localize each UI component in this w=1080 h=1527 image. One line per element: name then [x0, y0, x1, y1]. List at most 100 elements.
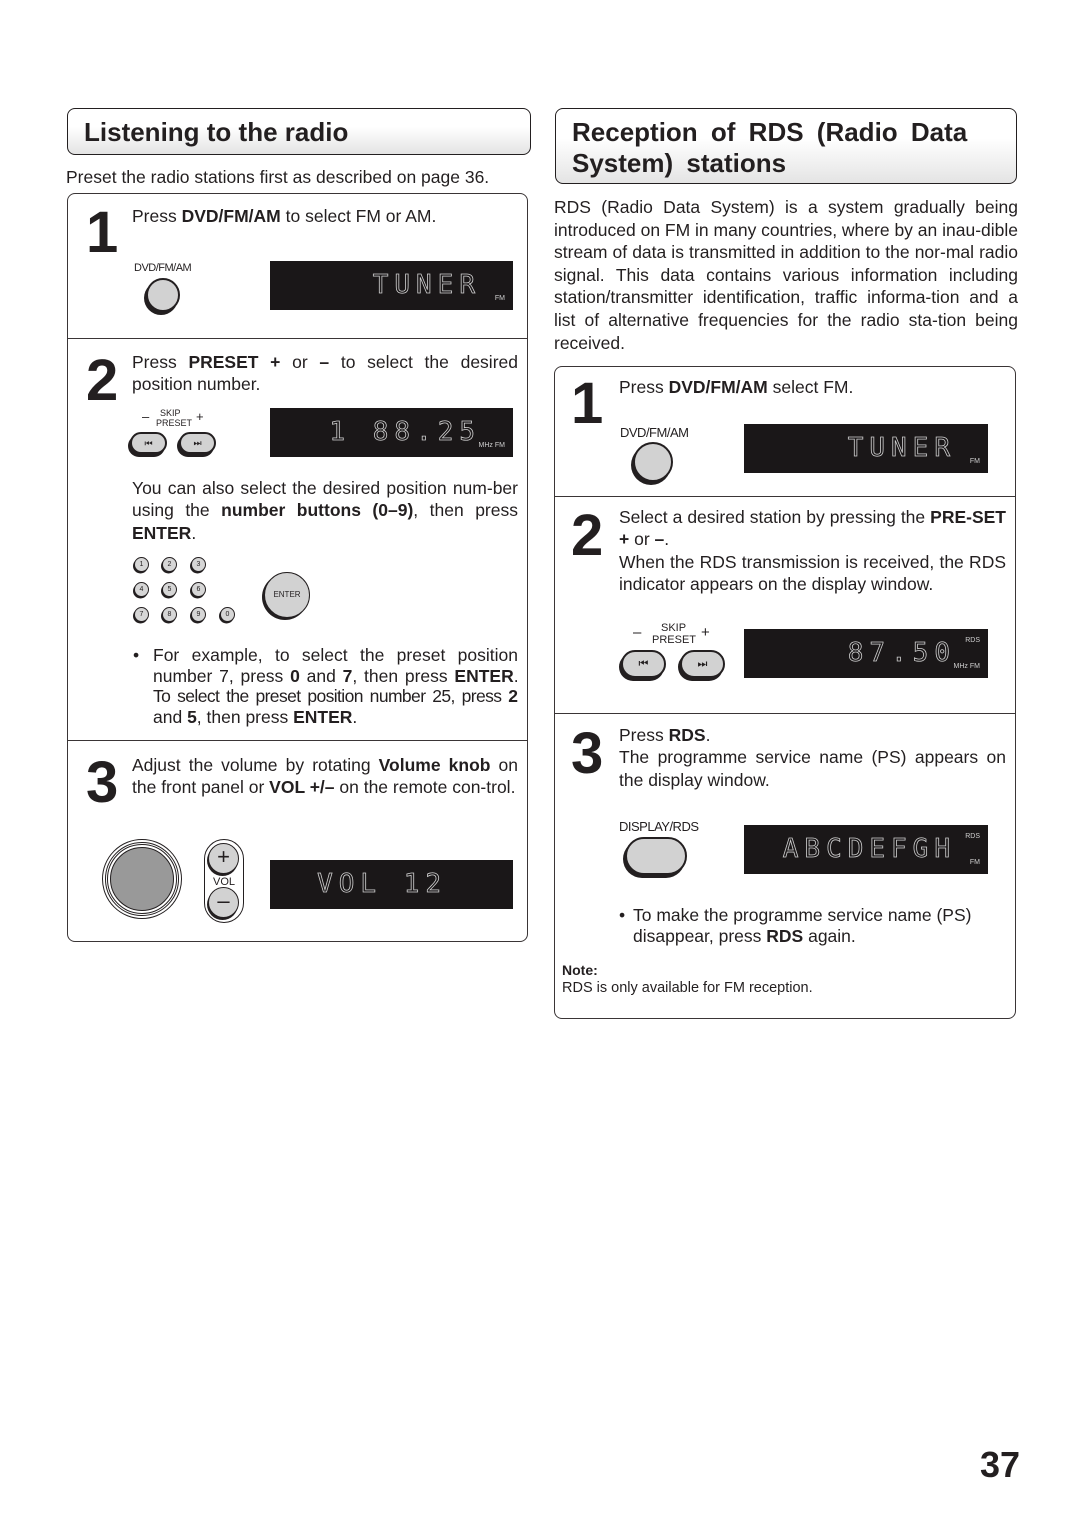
display-indicator: MHz FM: [478, 442, 505, 449]
skip-prev-button[interactable]: ⏮: [130, 432, 167, 454]
text-bold: RDS: [668, 725, 706, 745]
text: Press: [619, 725, 669, 745]
minus-label: –: [142, 409, 150, 424]
dvd-fm-am-button[interactable]: [633, 442, 673, 482]
text: or: [629, 529, 655, 550]
vol-rocker: + VOL –: [204, 839, 244, 923]
lcd-display: 1 88.25 MHz FM: [270, 408, 513, 457]
number-button-4[interactable]: 4: [134, 582, 149, 597]
steps-box-left: 1 Press DVD/FM/AM to select FM or AM. DV…: [67, 193, 528, 942]
section-title-text: Listening to the radio: [84, 117, 349, 147]
skip-prev-icon: ⏮: [144, 437, 153, 448]
number-button-0[interactable]: 0: [220, 607, 235, 622]
display-text: 87.50: [847, 638, 956, 669]
skip-label: SKIP: [160, 408, 181, 418]
display-indicator: MHz FM: [953, 663, 980, 670]
display-text: TUNER: [847, 433, 956, 464]
text: Press: [132, 352, 189, 372]
number-button-6[interactable]: 6: [191, 582, 206, 597]
text: .: [352, 707, 358, 728]
step-3-instruction: Adjust the volume by rotating Volume kno…: [132, 754, 518, 799]
page-number: 37: [980, 1444, 1021, 1485]
preset-label: PRESET: [156, 418, 193, 428]
number-button-7[interactable]: 7: [134, 607, 149, 622]
number-button-9[interactable]: 9: [191, 607, 206, 622]
plus-label: +: [701, 624, 710, 641]
skip-next-icon: ⏭: [193, 437, 202, 448]
step-number: 3: [571, 721, 604, 786]
section-title-text: Reception of RDS (Radio Data System) sta…: [572, 117, 968, 178]
text: Select a desired station by pressing the: [619, 507, 931, 527]
rds-indicator: RDS: [965, 637, 980, 644]
number-button-3[interactable]: 3: [191, 557, 206, 572]
volume-knob[interactable]: [102, 839, 182, 919]
vol-down-button[interactable]: –: [208, 887, 239, 918]
text-bold: 0: [290, 665, 300, 686]
step-1-instruction: Press DVD/FM/AM select FM.: [619, 376, 1004, 398]
display-indicator: FM: [494, 295, 505, 302]
rds-indicator: RDS: [965, 833, 980, 840]
display-rds-button[interactable]: [625, 837, 687, 875]
text: again.: [803, 925, 856, 946]
text-bold: –: [319, 352, 330, 372]
number-button-8[interactable]: 8: [162, 607, 177, 622]
text-bold: –: [654, 529, 665, 550]
display-indicator: FM: [969, 458, 980, 465]
skip-next-button[interactable]: ⏭: [680, 650, 725, 678]
dvd-fm-am-button[interactable]: [146, 278, 180, 312]
step-3-instruction: Press RDS. The programme service name (P…: [619, 724, 1006, 791]
text-bold: Volume knob: [378, 755, 491, 775]
number-button-1[interactable]: 1: [134, 557, 149, 572]
text: , then press: [413, 500, 518, 521]
number-button-5[interactable]: 5: [162, 582, 177, 597]
skip-next-button[interactable]: ⏭: [179, 432, 216, 454]
step-2-alt-instruction: You can also select the desired position…: [132, 477, 518, 544]
example-bullet: • For example, to select the preset posi…: [133, 645, 519, 728]
minus-label: –: [633, 624, 642, 641]
step-number: 1: [86, 200, 119, 265]
text-bold: DVD/FM/AM: [181, 206, 281, 226]
step-number: 3: [86, 750, 119, 815]
intro-text-right: RDS (Radio Data System) is a system grad…: [554, 197, 1018, 353]
section-title-listening: Listening to the radio: [67, 108, 531, 155]
note-title: Note:: [562, 962, 598, 978]
text-bold: DVD/FM/AM: [668, 377, 768, 397]
lcd-display: ABCDEFGH RDS FM: [744, 825, 988, 874]
dvd-fm-am-label: DVD/FM/AM: [620, 425, 689, 440]
text-bold: ENTER: [132, 522, 192, 543]
text-bold: 7: [342, 665, 353, 686]
skip-prev-icon: ⏮: [638, 657, 649, 670]
text: on the remote con-trol.: [334, 777, 516, 798]
text: .: [664, 529, 670, 550]
step-divider: [68, 740, 527, 741]
enter-button[interactable]: ENTER: [264, 572, 310, 618]
text-bold: RDS: [766, 925, 804, 946]
text: When the RDS transmission is received, t…: [619, 551, 1006, 595]
dvd-fm-am-label: DVD/FM/AM: [134, 262, 192, 274]
bullet-dot: •: [619, 905, 626, 925]
step-number: 2: [571, 503, 604, 568]
text-bold: 5: [187, 707, 197, 728]
vol-label: VOL: [212, 876, 235, 888]
vol-up-button[interactable]: +: [208, 843, 239, 874]
text: , then press: [196, 707, 294, 728]
skip-label: SKIP: [661, 622, 687, 634]
section-title-rds: Reception of RDS (Radio Data System) sta…: [555, 108, 1017, 184]
text: Press: [132, 206, 182, 226]
text: , then press: [352, 665, 455, 686]
text: .: [191, 522, 197, 543]
text-bold: 2: [508, 686, 518, 707]
rds-bullet: • To make the programme service name (PS…: [619, 905, 1005, 946]
text-bold: number buttons (0–9): [221, 500, 414, 521]
skip-prev-button[interactable]: ⏮: [621, 650, 666, 678]
bullet-dot: •: [133, 645, 140, 665]
text-bold: ENTER: [454, 665, 514, 686]
display-rds-label: DISPLAY/RDS: [619, 819, 699, 834]
text: The programme service name (PS) appears …: [619, 747, 1006, 790]
number-button-2[interactable]: 2: [162, 557, 177, 572]
knob-face: [110, 847, 174, 911]
text-bold: ENTER: [293, 707, 353, 728]
step-number: 1: [571, 371, 604, 436]
lcd-display: TUNER FM: [270, 261, 513, 310]
step-number: 2: [86, 348, 119, 413]
